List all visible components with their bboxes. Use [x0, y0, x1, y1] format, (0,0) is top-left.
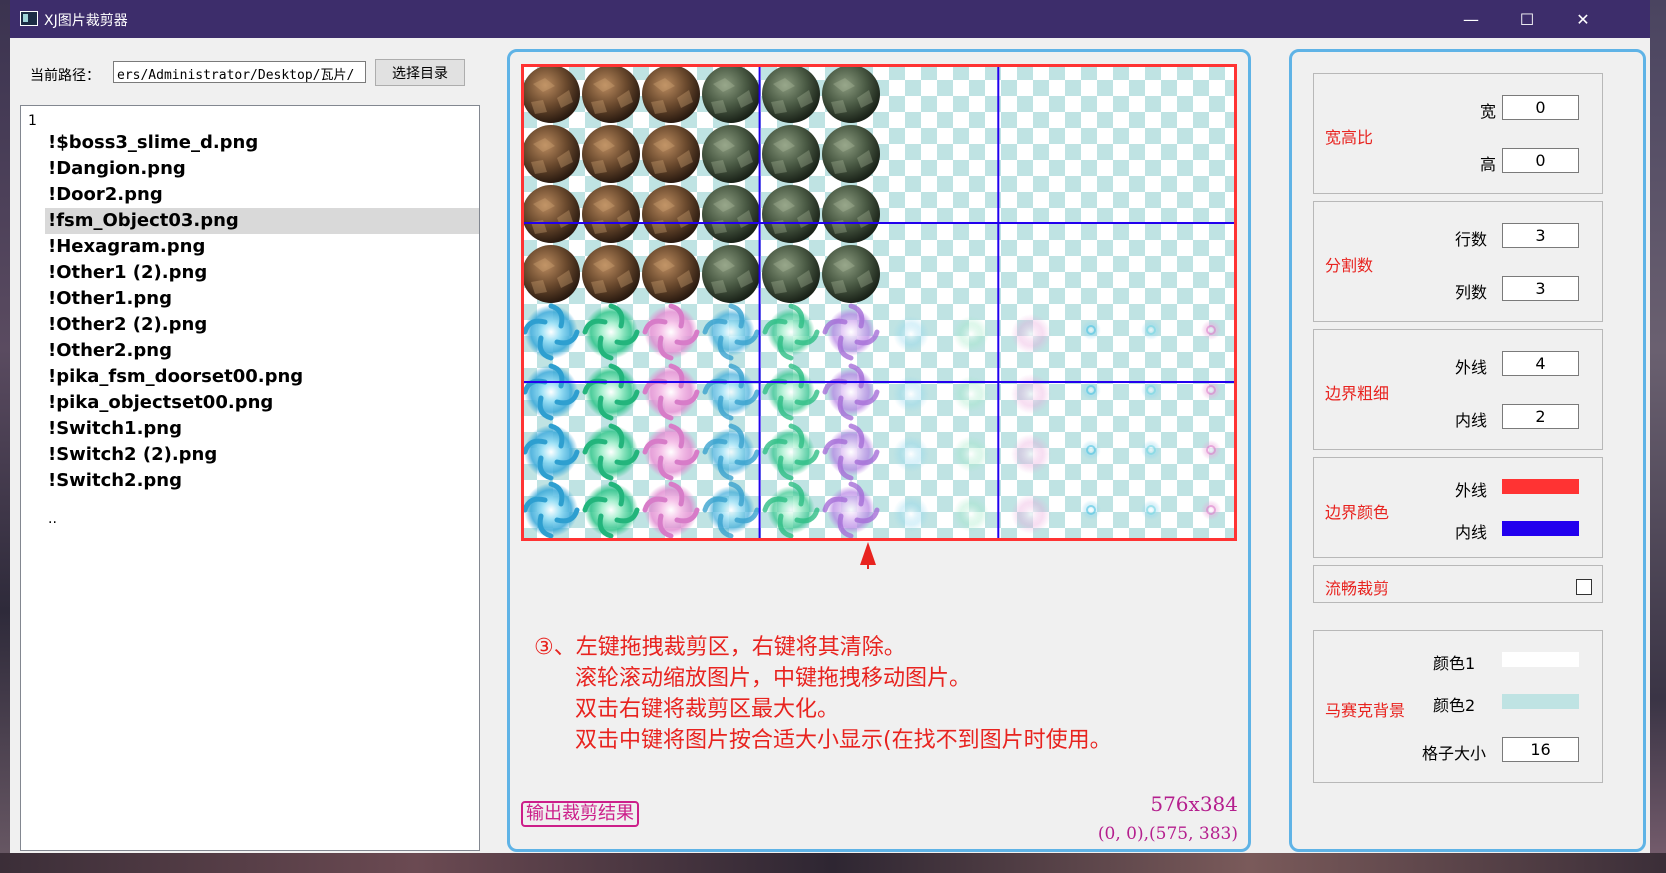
list-item[interactable]: !Other2 (2).png: [45, 312, 479, 338]
border-width-group: 边界粗细 外线 4 内线 2: [1313, 329, 1603, 450]
cell-size-label: 格子大小: [1422, 744, 1487, 763]
list-item[interactable]: !$boss3_slime_d.png: [45, 130, 479, 156]
inner-width-input[interactable]: 2: [1502, 404, 1579, 429]
group-title: 边界粗细: [1325, 384, 1390, 403]
image-size-label: 576x384: [1150, 792, 1238, 816]
desktop-background-bottom: [0, 853, 1666, 873]
border-color-group: 边界颜色 外线 内线: [1313, 457, 1603, 558]
list-item[interactable]: !Switch2.png: [45, 468, 479, 494]
instruction-line: ③、左键拖拽裁剪区，右键将其清除。: [534, 635, 906, 660]
group-title: 流畅裁剪: [1325, 579, 1390, 598]
inner-color-swatch[interactable]: [1502, 521, 1579, 536]
list-item[interactable]: !Other1.png: [45, 286, 479, 312]
aspect-height-input[interactable]: 0: [1502, 148, 1579, 173]
outer-color-label: 外线: [1455, 481, 1488, 500]
group-title: 分割数: [1325, 256, 1374, 275]
maximize-button[interactable]: ☐: [1499, 0, 1555, 38]
path-input[interactable]: ers/Administrator/Desktop/瓦片/: [113, 61, 366, 83]
app-window: XJ图片裁剪器 — ☐ ✕ 当前路径： ers/Administrator/De…: [10, 0, 1650, 853]
smooth-crop-group: 流畅裁剪: [1313, 565, 1603, 603]
aspect-ratio-group: 宽高比 宽 0 高 0: [1313, 73, 1603, 194]
list-item[interactable]: !Switch2 (2).png: [45, 442, 479, 468]
list-item[interactable]: !Switch1.png: [45, 416, 479, 442]
settings-panel: 宽高比 宽 0 高 0 分割数 行数 3 列数 3 边界粗细 外线 4 内线 2…: [1289, 49, 1646, 852]
group-title: 宽高比: [1325, 128, 1374, 147]
list-item[interactable]: !Dangion.png: [45, 156, 479, 182]
list-item[interactable]: !Other2.png: [45, 338, 479, 364]
instruction-line: 滚轮滚动缩放图片，中键拖拽移动图片。: [575, 666, 972, 691]
color1-label: 颜色1: [1433, 654, 1476, 673]
list-item[interactable]: !Hexagram.png: [45, 234, 479, 260]
minimize-button[interactable]: —: [1443, 0, 1499, 38]
list-item[interactable]: !Door2.png: [45, 182, 479, 208]
split-count-group: 分割数 行数 3 列数 3: [1313, 201, 1603, 322]
cols-label: 列数: [1455, 283, 1488, 302]
color2-label: 颜色2: [1433, 696, 1476, 715]
export-crop-button[interactable]: 输出裁剪结果: [521, 801, 639, 827]
aspect-width-input[interactable]: 0: [1502, 95, 1579, 120]
title-bar[interactable]: XJ图片裁剪器 — ☐ ✕: [10, 0, 1650, 38]
rows-input[interactable]: 3: [1502, 223, 1579, 248]
file-list[interactable]: 1 !$boss3_slime_d.png !Dangion.png !Door…: [20, 105, 480, 851]
color2-swatch[interactable]: [1502, 694, 1579, 709]
smooth-crop-checkbox[interactable]: [1576, 579, 1592, 595]
list-item[interactable]: !pika_fsm_doorset00.png: [45, 364, 479, 390]
width-label: 宽: [1480, 102, 1497, 121]
desktop-background-right: [1650, 0, 1666, 873]
image-canvas[interactable]: [521, 64, 1281, 569]
instruction-line: 双击右键将裁剪区最大化。: [575, 697, 840, 722]
color1-swatch[interactable]: [1502, 652, 1579, 667]
height-label: 高: [1480, 155, 1497, 174]
outer-color-swatch[interactable]: [1502, 479, 1579, 494]
group-title: 边界颜色: [1325, 503, 1390, 522]
desktop-background-left: [0, 0, 10, 873]
close-button[interactable]: ✕: [1555, 0, 1611, 38]
usage-instructions: ③、左键拖拽裁剪区，右键将其清除。 滚轮滚动缩放图片，中键拖拽移动图片。 双击右…: [534, 632, 1112, 756]
selection-coords-label: (0, 0),(575, 383): [1097, 824, 1238, 844]
list-item[interactable]: !Other1 (2).png: [45, 260, 479, 286]
outer-width-input[interactable]: 4: [1502, 351, 1579, 376]
list-item-selected[interactable]: !fsm_Object03.png: [45, 208, 479, 234]
group-title: 马赛克背景: [1325, 701, 1406, 720]
path-label: 当前路径：: [30, 68, 100, 84]
cols-input[interactable]: 3: [1502, 276, 1579, 301]
inner-color-label: 内线: [1455, 523, 1488, 542]
preview-panel: ③、左键拖拽裁剪区，右键将其清除。 滚轮滚动缩放图片，中键拖拽移动图片。 双击右…: [507, 49, 1251, 852]
mosaic-background-group: 马赛克背景 颜色1 颜色2 格子大小 16: [1313, 630, 1603, 783]
tile-image: [521, 64, 1237, 541]
list-header: 1: [28, 113, 37, 129]
window-title: XJ图片裁剪器: [44, 13, 128, 29]
inner-width-label: 内线: [1455, 411, 1488, 430]
app-icon: [20, 11, 38, 26]
instruction-line: 双击中键将图片按合适大小显示(在找不到图片时使用。: [575, 728, 1112, 753]
arrow-annotation: [860, 542, 876, 569]
rows-label: 行数: [1455, 230, 1488, 249]
cell-size-input[interactable]: 16: [1502, 737, 1579, 762]
list-item[interactable]: !pika_objectset00.png: [45, 390, 479, 416]
choose-directory-button[interactable]: 选择目录: [375, 59, 465, 86]
outer-width-label: 外线: [1455, 358, 1488, 377]
parent-dir-item[interactable]: ..: [48, 511, 57, 527]
